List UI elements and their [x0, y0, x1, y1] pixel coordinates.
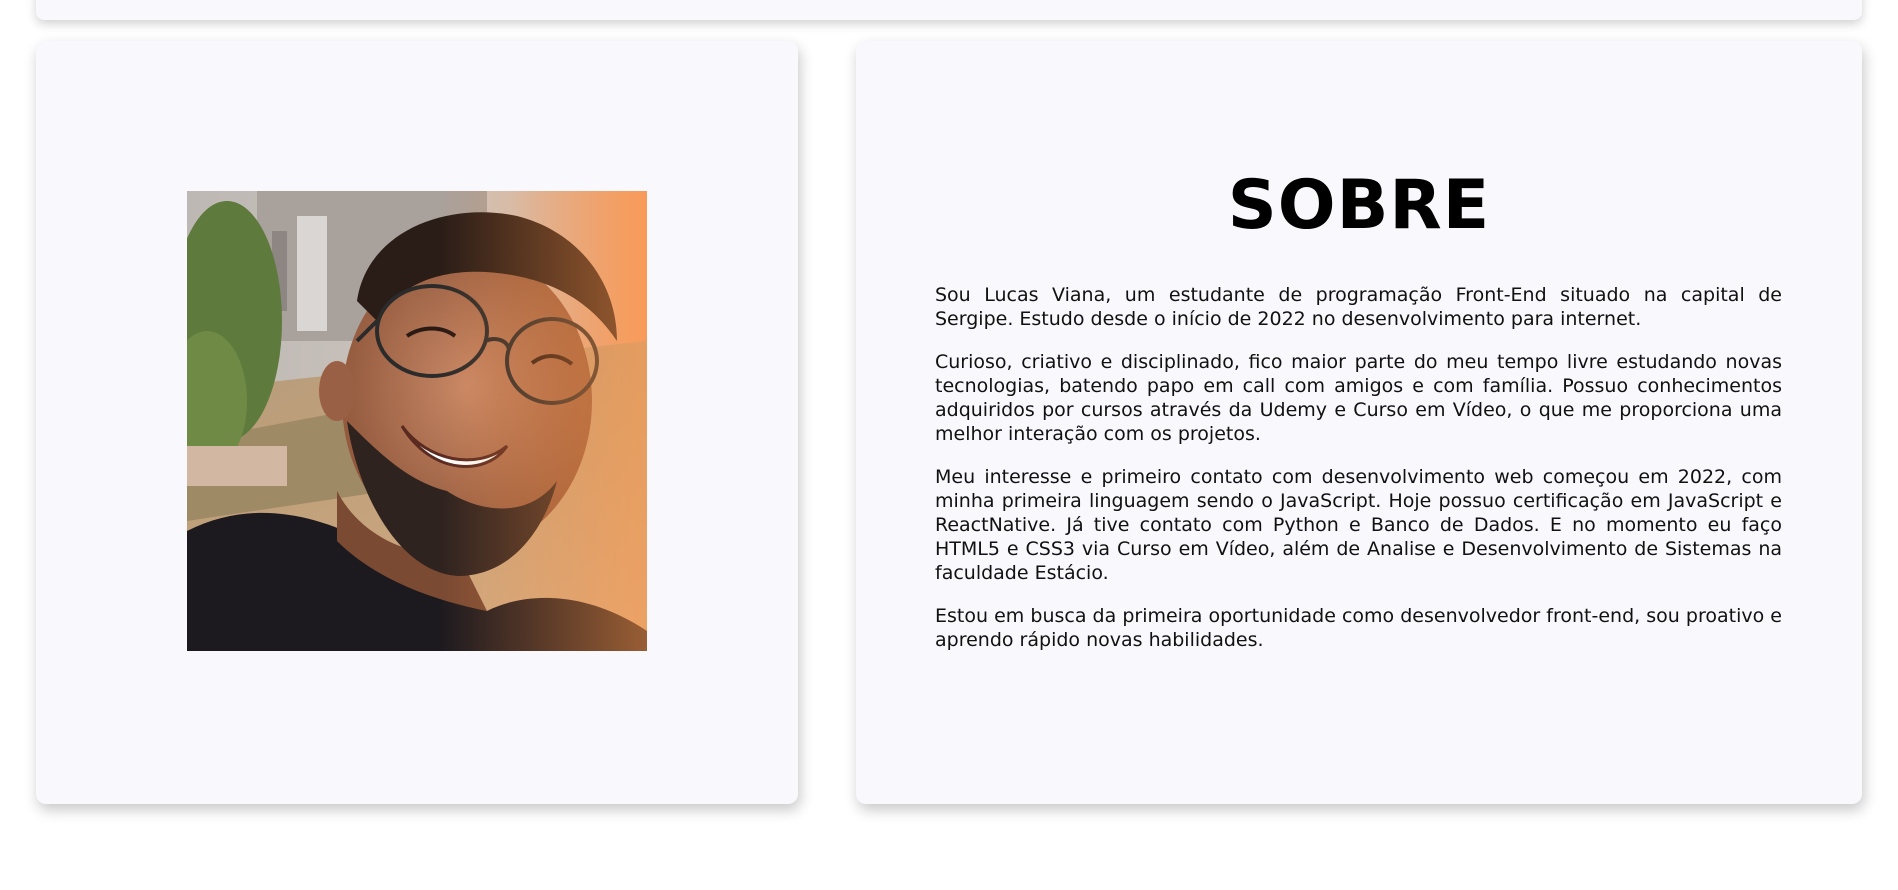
about-card: SOBRE Sou Lucas Viana, um estudante de p…	[856, 41, 1862, 804]
previous-section-card	[36, 0, 1862, 20]
about-paragraph: Meu interesse e primeiro contato com des…	[935, 466, 1782, 584]
about-description: Sou Lucas Viana, um estudante de program…	[935, 283, 1782, 671]
profile-photo	[187, 191, 647, 651]
profile-photo-card	[36, 41, 798, 804]
about-paragraph: Curioso, criativo e disciplinado, fico m…	[935, 351, 1782, 445]
about-title: SOBRE	[1227, 166, 1491, 245]
about-paragraph: Estou em busca da primeira oportunidade …	[935, 605, 1782, 651]
about-paragraph: Sou Lucas Viana, um estudante de program…	[935, 284, 1782, 330]
